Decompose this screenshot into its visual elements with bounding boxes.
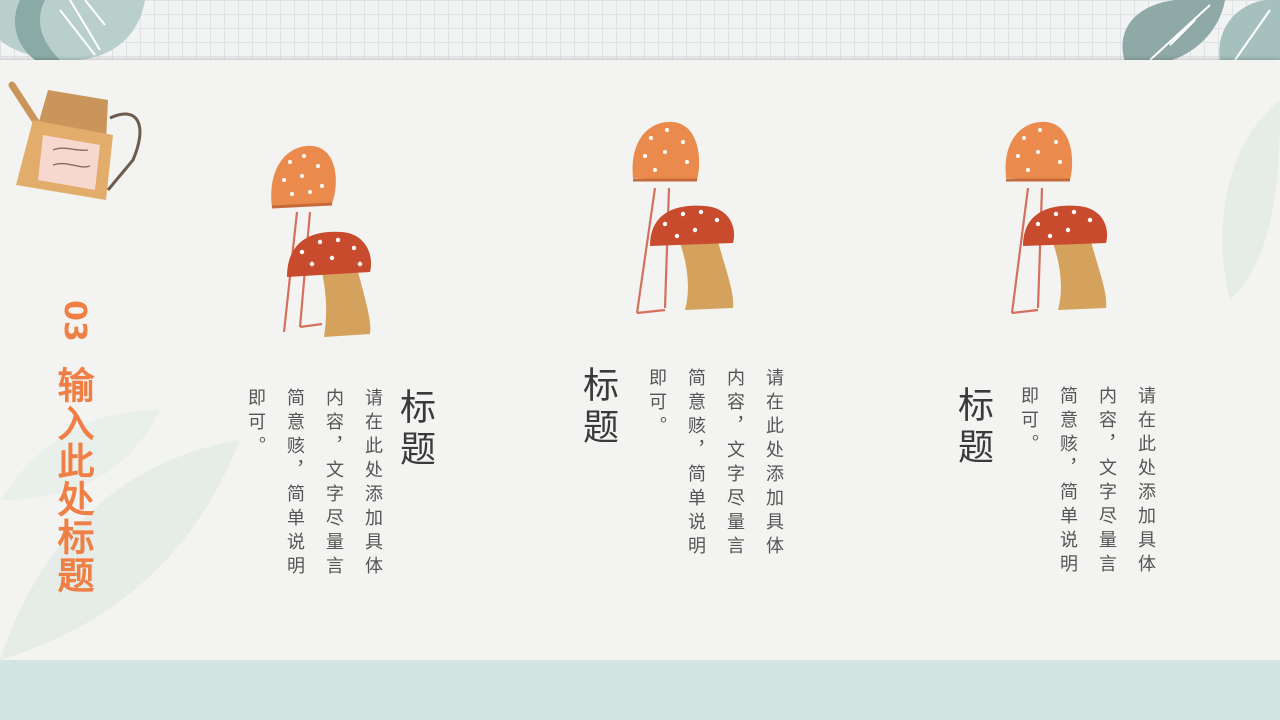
bottom-band: [0, 660, 1280, 720]
leaf-decoration-top-right: [1122, 0, 1280, 62]
column-2-heading: 标题: [577, 366, 618, 450]
column-3-heading: 标题: [952, 386, 993, 470]
column-1-heading: 标题: [394, 388, 435, 472]
grid-paper-strip: [0, 0, 1280, 62]
section-number: 03: [57, 300, 92, 342]
paper-panel: 03 输入此处标题 标题 请在此处添加具体内容，文字尽量言简意赅，简单说明即可。…: [0, 60, 1280, 660]
column-3-body: 请在此处添加具体内容，文字尽量言简意赅，简单说明即可。: [1018, 386, 1156, 578]
mushroom-illustration-1: [271, 145, 372, 337]
column-2-body: 请在此处添加具体内容，文字尽量言简意赅，简单说明即可。: [646, 368, 784, 560]
watering-can-illustration: [8, 81, 142, 200]
column-1-body: 请在此处添加具体内容，文字尽量言简意赅，简单说明即可。: [245, 388, 383, 580]
leaf-decoration-top-left: [0, 0, 145, 61]
section-title: 输入此处标题: [51, 366, 94, 594]
leaf-watermark-left: [0, 410, 240, 660]
mushroom-illustration-3: [1005, 121, 1108, 315]
mushroom-illustration-2: [632, 121, 735, 315]
leaf-watermark-right: [1222, 100, 1280, 300]
